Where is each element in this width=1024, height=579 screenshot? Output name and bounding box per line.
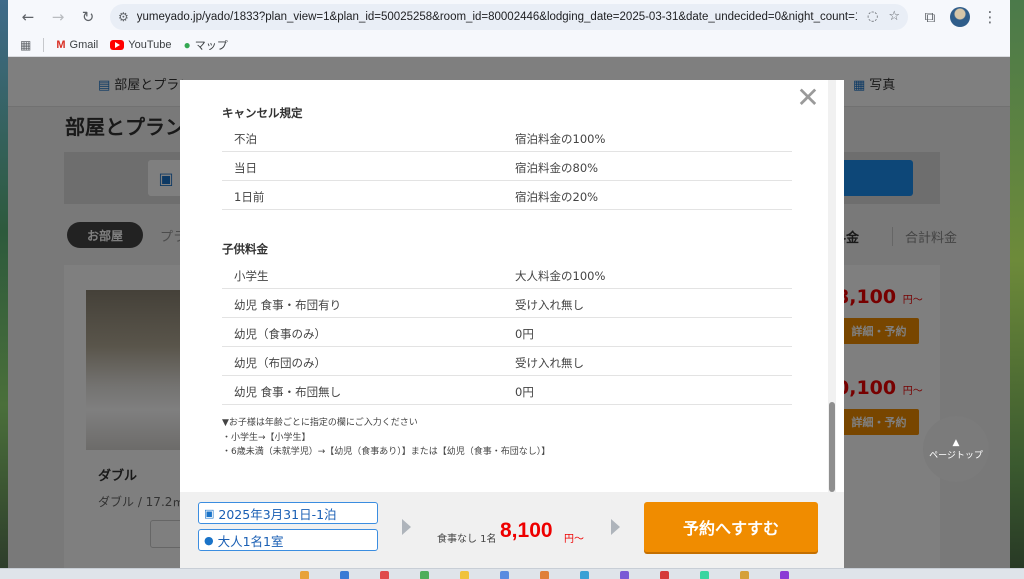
note-line: ・小学生→【小学生】 — [222, 432, 311, 443]
scrollbar-thumb[interactable] — [829, 402, 835, 492]
reserve-button[interactable]: 予約へすすむ — [644, 502, 818, 552]
row-key: 1日前 — [234, 190, 265, 204]
address-bar[interactable]: ⚙ yumeyado.jp/yado/1833?plan_view=1&plan… — [110, 3, 908, 30]
browser-toolbar: ← → ↻ ⚙ yumeyado.jp/yado/1833?plan_view=… — [8, 0, 1010, 33]
row-value: 0円 — [515, 385, 534, 399]
apps-grid-icon[interactable]: ▦ — [20, 38, 31, 52]
row-key: 小学生 — [234, 269, 269, 283]
bookmark-star-icon[interactable]: ☆ — [888, 9, 900, 24]
site-info-icon[interactable]: ⚙ — [118, 10, 129, 24]
bookmark-gmail[interactable]: M Gmail — [56, 39, 98, 51]
row-key: 不泊 — [234, 132, 257, 146]
modal-scrollbar[interactable] — [828, 80, 836, 492]
row-key: 幼児 食事・布団有り — [234, 298, 342, 312]
taskbar-app-icon[interactable] — [460, 571, 469, 579]
reload-icon[interactable]: ↻ — [74, 3, 102, 31]
taskbar-app-icon[interactable] — [740, 571, 749, 579]
page-top-button[interactable]: ▲ ページトップ — [923, 416, 989, 482]
taskbar-app-icon[interactable] — [420, 571, 429, 579]
taskbar-app-icon[interactable] — [700, 571, 709, 579]
arrow-right-icon — [402, 519, 411, 535]
row-value: 受け入れ無し — [515, 298, 584, 312]
modal-body: キャンセル規定 不泊 宿泊料金の100% 当日 宿泊料金の80% 1日前 宿泊料金の2… — [180, 80, 828, 492]
child-row: 小学生 大人料金の100% — [222, 260, 792, 289]
row-key: 幼児 食事・布団無し — [234, 385, 342, 399]
back-icon[interactable]: ← — [14, 3, 42, 31]
extensions-icon[interactable]: ⧉ — [916, 3, 944, 31]
note-line: ▼お子様は年齢ごとに指定の欄にご入力ください — [222, 418, 418, 428]
bookmark-label: YouTube — [128, 38, 172, 51]
plan-detail-modal: キャンセル規定 不泊 宿泊料金の100% 当日 宿泊料金の80% 1日前 宿泊料金の2… — [180, 80, 844, 568]
booking-footer: ▣ 2025年3月31日-1泊 ● 大人1名1室 食事なし 1名 8,100 円〜 … — [180, 492, 844, 568]
taskbar-app-icon[interactable] — [340, 571, 349, 579]
child-row: 幼児（食事のみ） 0円 — [222, 318, 792, 347]
menu-icon[interactable]: ⋮ — [976, 3, 1004, 31]
profile-avatar[interactable] — [950, 6, 970, 27]
bookmark-label: マップ — [194, 39, 228, 52]
price-unit: 円〜 — [564, 534, 584, 545]
url-text[interactable]: yumeyado.jp/yado/1833?plan_view=1&plan_i… — [137, 11, 857, 23]
row-key: 幼児（布団のみ） — [234, 356, 326, 370]
note-line: ・6歳未満（未就学児）→【幼児（食事あり）】または【幼児（食事・布団なし）】 — [222, 447, 551, 457]
forward-icon[interactable]: → — [44, 3, 72, 31]
cancel-policy-title: キャンセル規定 — [222, 106, 303, 120]
row-value: 宿泊料金の100% — [515, 132, 606, 146]
desktop-background-left — [0, 0, 8, 579]
taskbar-app-icon[interactable] — [620, 571, 629, 579]
row-value: 宿泊料金の80% — [515, 161, 599, 175]
child-row: 幼児（布団のみ） 受け入れ無し — [222, 347, 792, 376]
bookmark-label: Gmail — [69, 38, 99, 51]
taskbar-app-icon[interactable] — [780, 571, 789, 579]
child-row: 幼児 食事・布団無し 0円 — [222, 376, 792, 405]
child-notes: ▼お子様は年齢ごとに指定の欄にご入力ください ・小学生→【小学生】 ・6歳未満（… — [222, 416, 550, 460]
date-chip[interactable]: ▣ 2025年3月31日-1泊 — [198, 502, 378, 524]
row-value: 受け入れ無し — [515, 356, 584, 370]
guest-chip-label: 大人1名1室 — [217, 533, 284, 549]
maps-pin-icon: ● — [183, 37, 191, 52]
taskbar-app-icon[interactable] — [540, 571, 549, 579]
person-icon: ● — [204, 533, 214, 547]
gmail-icon: M — [56, 38, 66, 51]
row-value: 大人料金の100% — [515, 269, 606, 283]
calendar-icon: ▣ — [204, 506, 215, 520]
bookmark-divider — [43, 37, 45, 52]
browser-window: ← → ↻ ⚙ yumeyado.jp/yado/1833?plan_view=… — [8, 0, 1010, 568]
bookmark-youtube[interactable]: YouTube — [110, 39, 171, 51]
cancel-row: 1日前 宿泊料金の20% — [222, 181, 792, 210]
taskbar-app-icon[interactable] — [380, 571, 389, 579]
cancel-row: 不泊 宿泊料金の100% — [222, 123, 792, 152]
arrow-up-icon: ▲ — [952, 437, 960, 448]
taskbar-app-icon[interactable] — [660, 571, 669, 579]
cancel-row: 当日 宿泊料金の80% — [222, 152, 792, 181]
bookmark-maps[interactable]: ● マップ — [183, 37, 227, 53]
row-value: 宿泊料金の20% — [515, 190, 599, 204]
guest-chip[interactable]: ● 大人1名1室 — [198, 529, 378, 551]
meal-label: 食事なし 1名 — [437, 534, 497, 545]
taskbar-app-icon[interactable] — [500, 571, 509, 579]
child-fee-title: 子供料金 — [222, 242, 268, 256]
close-icon[interactable]: ✕ — [794, 84, 822, 112]
child-row: 幼児 食事・布団有り 受け入れ無し — [222, 289, 792, 318]
bookmarks-bar: ▦ M Gmail YouTube ● マップ — [8, 33, 1010, 57]
desktop-background-right — [1010, 0, 1024, 579]
row-value: 0円 — [515, 327, 534, 341]
taskbar — [0, 568, 1024, 579]
eye-off-icon[interactable]: ◌ — [867, 9, 878, 24]
total-price: 8,100 — [500, 519, 553, 542]
page-top-label: ページトップ — [929, 450, 983, 461]
date-chip-label: 2025年3月31日-1泊 — [218, 506, 337, 522]
taskbar-app-icon[interactable] — [580, 571, 589, 579]
row-key: 当日 — [234, 161, 257, 175]
arrow-right-icon — [611, 519, 620, 535]
row-key: 幼児（食事のみ） — [234, 327, 326, 341]
youtube-icon — [110, 39, 125, 50]
taskbar-app-icon[interactable] — [300, 571, 309, 579]
